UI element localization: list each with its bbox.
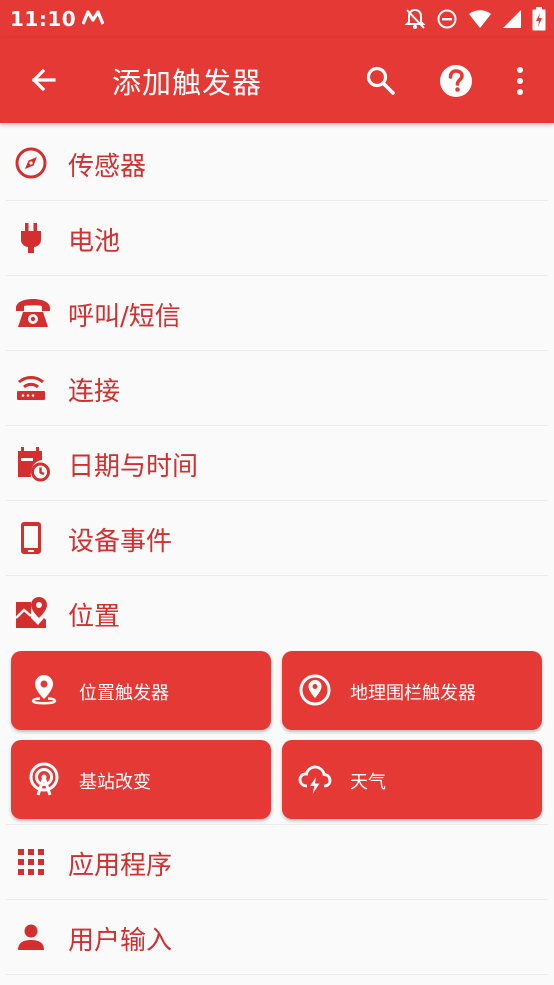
category-label: 位置 [68,602,121,632]
telephone-icon [14,296,50,330]
location-trigger-tile[interactable]: 位置触发器 [11,651,271,730]
tile-label: 基站改变 [79,772,151,793]
category-date-time[interactable]: 日期与时间 [6,426,548,501]
trigger-category-list: 传感器 电池 呼叫/短信 连接 日期与时间 设备事件 位置 位置触发器 地理围栏… [0,126,554,975]
tile-label: 位置触发器 [79,683,169,704]
apps-grid-icon [14,845,48,879]
category-label: 电池 [68,227,121,257]
category-sensors[interactable]: 传感器 [6,126,548,201]
smartphone-icon [14,521,48,555]
router-icon [14,371,48,405]
cell-tower-change-tile[interactable]: 基站改变 [11,740,271,819]
page-title: 添加触发器 [112,66,263,100]
pin-drop-icon [27,673,61,707]
location-target-icon [298,673,332,707]
cell-tower-icon [27,762,61,796]
compass-icon [14,146,48,180]
category-label: 连接 [68,377,121,407]
category-device-events[interactable]: 设备事件 [6,501,548,576]
category-user-input[interactable]: 用户输入 [6,900,548,975]
weather-tile[interactable]: 天气 [282,740,542,819]
category-call-sms[interactable]: 呼叫/短信 [6,276,548,351]
status-bar: 11:10 [0,0,554,38]
category-applications[interactable]: 应用程序 [6,825,548,900]
notifications-off-icon [404,7,426,31]
arrow-back-icon [31,68,56,92]
power-plug-icon [14,221,48,255]
do-not-disturb-icon [436,8,458,30]
more-vert-icon [517,67,523,95]
tile-label: 地理围栏触发器 [350,683,476,704]
app-bar: 添加触发器 [0,38,554,123]
category-label: 传感器 [68,152,147,182]
overflow-menu-button[interactable] [505,62,535,100]
category-label: 设备事件 [68,527,173,557]
category-label: 呼叫/短信 [68,302,181,332]
search-icon [366,66,395,95]
back-button[interactable] [26,62,62,98]
app-notification-icon [82,9,104,27]
status-time: 11:10 [10,7,77,31]
help-icon [440,65,472,97]
signal-icon [502,9,522,29]
geofence-trigger-tile[interactable]: 地理围栏触发器 [282,651,542,730]
person-icon [14,920,48,954]
help-button[interactable] [436,61,476,101]
search-button[interactable] [362,62,400,100]
location-trigger-grid: 位置触发器 地理围栏触发器 基站改变 天气 [6,646,548,825]
category-battery[interactable]: 电池 [6,201,548,276]
category-label: 日期与时间 [68,452,199,482]
tile-label: 天气 [350,772,386,793]
category-label: 用户输入 [68,926,173,956]
weather-storm-icon [298,762,332,796]
wifi-icon [468,9,492,29]
category-label: 应用程序 [68,851,173,881]
calendar-clock-icon [14,446,50,482]
map-marker-icon [14,596,48,630]
category-location[interactable]: 位置 [6,576,548,646]
category-connectivity[interactable]: 连接 [6,351,548,426]
battery-charging-icon [532,7,546,31]
